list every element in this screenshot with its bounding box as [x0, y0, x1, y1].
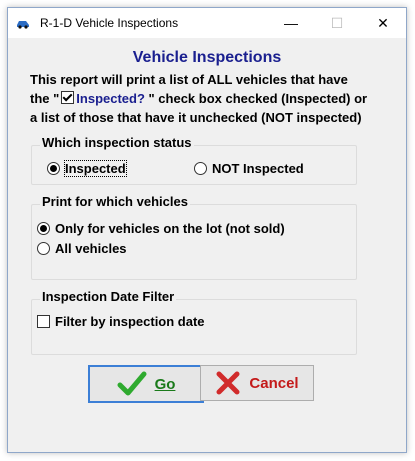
radio-unselected-icon — [37, 242, 50, 255]
radio-all-vehicles[interactable]: All vehicles — [37, 241, 127, 256]
window-title: R-1-D Vehicle Inspections — [40, 16, 179, 30]
radio-inspected[interactable]: Inspected — [47, 160, 127, 177]
x-icon — [216, 371, 240, 395]
filter-by-date-checkbox[interactable]: Filter by inspection date — [37, 314, 205, 329]
vehicles-group-label: Print for which vehicles — [40, 194, 190, 209]
radio-selected-icon — [47, 162, 60, 175]
description-line-2-post: " check box checked (Inspected) or — [144, 91, 368, 106]
radio-not-inspected-label: NOT Inspected — [212, 161, 304, 176]
minimize-button[interactable]: — — [268, 8, 314, 38]
radio-on-lot[interactable]: Only for vehicles on the lot (not sold) — [37, 221, 285, 236]
vehicles-group: Print for which vehicles Only for vehicl… — [31, 194, 357, 280]
page-title: Vehicle Inspections — [132, 49, 282, 66]
go-button-label: Go — [154, 375, 176, 393]
description-line-2: the " Inspected? " check box checked (Ins… — [30, 91, 367, 106]
radio-on-lot-label: Only for vehicles on the lot (not sold) — [55, 221, 285, 236]
go-button[interactable]: Go — [88, 365, 204, 403]
radio-not-inspected[interactable]: NOT Inspected — [194, 161, 304, 176]
date-filter-label: Inspection Date Filter — [40, 289, 177, 304]
dialog-window: R-1-D Vehicle Inspections — ☐ ✕ Vehicle … — [7, 7, 407, 453]
description-line-1: This report will print a list of ALL veh… — [30, 72, 348, 87]
inspection-status-group: Which inspection status Inspected NOT In… — [31, 135, 357, 185]
filter-by-date-label: Filter by inspection date — [55, 314, 205, 329]
radio-all-vehicles-label: All vehicles — [55, 241, 127, 256]
checkbox-unchecked-icon — [37, 315, 50, 328]
inspected-field-label: Inspected? — [76, 91, 145, 106]
cancel-button[interactable]: Cancel — [200, 365, 314, 401]
description-line-3: a list of those that have it unchecked (… — [30, 110, 362, 125]
car-icon — [17, 21, 29, 29]
radio-unselected-icon — [194, 162, 207, 175]
close-button[interactable]: ✕ — [360, 8, 406, 38]
checked-box-icon — [61, 91, 75, 104]
checkmark-icon — [117, 371, 147, 396]
radio-selected-icon — [37, 222, 50, 235]
maximize-button[interactable]: ☐ — [314, 8, 360, 38]
date-filter-group: Inspection Date Filter Filter by inspect… — [31, 289, 357, 355]
radio-inspected-label: Inspected — [64, 160, 127, 177]
title-bar: R-1-D Vehicle Inspections — ☐ ✕ — [8, 8, 406, 38]
description-line-2-pre: the " — [30, 91, 60, 106]
inspection-status-label: Which inspection status — [40, 135, 194, 150]
cancel-button-label: Cancel — [249, 374, 299, 392]
